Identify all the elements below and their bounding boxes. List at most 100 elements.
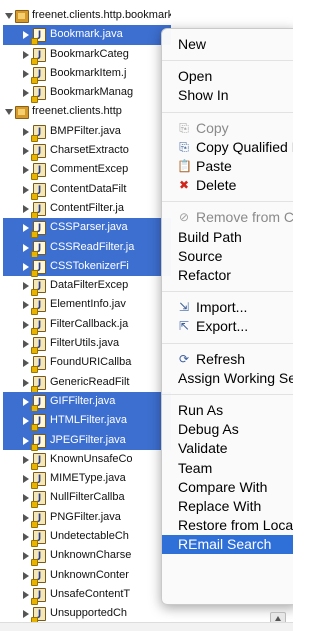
collapsed-arrow-icon[interactable] <box>23 455 29 464</box>
tree-file-row[interactable]: J PNGFilter.java <box>3 508 171 528</box>
collapsed-arrow-icon[interactable] <box>23 282 29 291</box>
menu-item-open[interactable]: Open <box>162 67 293 86</box>
collapsed-arrow-icon[interactable] <box>23 436 29 445</box>
collapsed-arrow-icon[interactable] <box>23 204 29 213</box>
menu-item-replace-with[interactable]: Replace With <box>162 497 293 516</box>
menu-item-copy[interactable]: ⎘ Copy <box>162 119 293 138</box>
menu-item-restore-from-local-history[interactable]: Restore from Local History... <box>162 516 293 535</box>
tree-file-row[interactable]: J UnsupportedCh <box>3 604 171 625</box>
collapsed-arrow-icon[interactable] <box>23 340 29 349</box>
tree-file-row[interactable]: J HTMLFilter.java <box>3 411 171 432</box>
menu-item-remove-from-context[interactable]: ⊘ Remove from Context <box>162 208 293 227</box>
menu-item-compare-with[interactable]: Compare With <box>162 478 293 497</box>
collapsed-arrow-icon[interactable] <box>23 224 29 233</box>
tree-file-row[interactable]: J UnknownConter <box>3 566 171 586</box>
menu-item-refresh[interactable]: ⟳ Refresh <box>162 350 293 369</box>
collapsed-arrow-icon[interactable] <box>23 513 29 522</box>
tree-item-label: CommentExcep <box>50 163 129 176</box>
menu-item-source[interactable]: Source <box>162 247 293 266</box>
tree-file-row[interactable]: J ElementInfo.jav <box>3 295 171 316</box>
menu-item-debug-as[interactable]: Debug As <box>162 420 293 439</box>
collapsed-arrow-icon[interactable] <box>23 610 29 619</box>
tree-file-row[interactable]: J CSSParser.java <box>3 218 171 239</box>
tree-file-row[interactable]: J GenericReadFilt <box>3 373 171 393</box>
tree-file-row[interactable]: J GIFFilter.java <box>3 391 171 412</box>
tree-file-row[interactable]: J BookmarkManag <box>3 83 171 104</box>
tree-file-row[interactable]: J FilterCallback.ja <box>3 315 171 335</box>
tree-file-row[interactable]: J UnknownCharse <box>3 546 171 567</box>
context-menu[interactable]: New Open Show In ⎘ Copy ⎘ Copy Qualified Name 📋… <box>161 28 293 605</box>
collapsed-arrow-icon[interactable] <box>23 533 29 542</box>
tree-file-row[interactable]: J CSSReadFilter.ja <box>3 237 171 258</box>
tree-item-label: GenericReadFilt <box>50 375 130 388</box>
tree-item-label: Bookmark.java <box>50 28 123 41</box>
tree-file-row[interactable]: J FoundURICallba <box>3 353 171 374</box>
menu-item-paste[interactable]: 📋 Paste <box>162 157 293 176</box>
tree-file-row[interactable]: J BMPFilter.java <box>3 122 171 142</box>
collapsed-arrow-icon[interactable] <box>23 127 29 136</box>
tree-file-row[interactable]: J CSSTokenizerFi <box>3 256 171 277</box>
collapsed-arrow-icon[interactable] <box>23 397 29 406</box>
menu-item-remail-search[interactable]: REmail Search <box>162 535 293 555</box>
collapsed-arrow-icon[interactable] <box>23 69 29 78</box>
tree-file-row[interactable]: J CommentExcep <box>3 160 171 181</box>
tree-file-row[interactable]: J UnsafeContentT <box>3 585 171 605</box>
tree-item-label: KnownUnsafeCo <box>50 452 133 465</box>
collapsed-arrow-icon[interactable] <box>23 243 29 252</box>
menu-item-export[interactable]: ⇱ Export... <box>162 317 293 336</box>
menu-item-team[interactable]: Team <box>162 459 293 478</box>
collapsed-arrow-icon[interactable] <box>23 31 29 40</box>
collapsed-arrow-icon[interactable] <box>23 301 29 310</box>
collapsed-arrow-icon[interactable] <box>23 590 29 599</box>
package-icon <box>15 10 29 23</box>
tree-file-row[interactable]: J JPEGFilter.java <box>3 430 171 451</box>
tree-item-label: CSSParser.java <box>50 221 128 234</box>
collapsed-arrow-icon[interactable] <box>23 417 29 426</box>
collapsed-arrow-icon[interactable] <box>23 552 29 561</box>
collapsed-arrow-icon[interactable] <box>23 571 29 580</box>
menu-item-run-as[interactable]: Run As <box>162 401 293 420</box>
collapsed-arrow-icon[interactable] <box>23 475 29 484</box>
menu-item-copy-qualified-name[interactable]: ⎘ Copy Qualified Name <box>162 138 293 157</box>
expanded-arrow-icon[interactable] <box>5 109 13 116</box>
tree-file-row[interactable]: J BookmarkCateg <box>3 45 171 65</box>
tree-file-row[interactable]: J MIMEType.java <box>3 469 171 490</box>
package-explorer-tree[interactable]: freenet.clients.http.bookmark(47)JBookma… <box>3 6 171 626</box>
collapsed-arrow-icon[interactable] <box>23 320 29 329</box>
collapsed-arrow-icon[interactable] <box>23 378 29 387</box>
expanded-arrow-icon[interactable] <box>5 13 13 19</box>
tree-file-row[interactable]: J DataFilterExcep <box>3 276 171 297</box>
menu-item-assign-working-sets[interactable]: Assign Working Sets... <box>162 369 293 388</box>
menu-item-delete[interactable]: ✖ Delete <box>162 176 293 195</box>
collapsed-arrow-icon[interactable] <box>23 166 29 175</box>
tree-file-row[interactable]: J UndetectableCh <box>3 527 171 548</box>
tree-file-row[interactable]: J Bookmark.java <box>3 25 171 46</box>
tree-file-row[interactable]: J BookmarkItem.j <box>3 64 171 84</box>
tree-file-row[interactable]: J NullFilterCallba <box>3 488 171 509</box>
tree-file-row[interactable]: J ContentDataFilt <box>3 180 171 200</box>
tree-file-row[interactable]: J KnownUnsafeCo <box>3 450 171 470</box>
menu-item-import[interactable]: ⇲ Import... <box>162 298 293 317</box>
copy-qualified-icon: ⎘ <box>179 139 189 154</box>
menu-item-build-path[interactable]: Build Path <box>162 228 293 247</box>
tree-file-row[interactable]: J CharsetExtracto <box>3 141 171 162</box>
collapsed-arrow-icon[interactable] <box>23 147 29 156</box>
tree-item-label: freenet.clients.http <box>32 105 122 118</box>
menu-item-refactor[interactable]: Refactor <box>162 266 293 285</box>
tree-item-label: JPEGFilter.java <box>50 433 126 446</box>
tree-file-row[interactable]: J ContentFilter.ja <box>3 199 171 219</box>
menu-item-show-in[interactable]: Show In <box>162 86 293 105</box>
collapsed-arrow-icon[interactable] <box>23 89 29 98</box>
collapsed-arrow-icon[interactable] <box>23 50 29 59</box>
collapsed-arrow-icon[interactable] <box>23 359 29 368</box>
menu-item-new[interactable]: New <box>162 35 293 54</box>
tree-package-row[interactable]: freenet.clients.http.bookmark(47) <box>3 6 171 25</box>
remove-context-icon: ⊘ <box>178 210 190 225</box>
collapsed-arrow-icon[interactable] <box>23 494 29 503</box>
menu-item-validate[interactable]: Validate <box>162 439 293 458</box>
tree-file-row[interactable]: J FilterUtils.java <box>3 334 171 355</box>
collapsed-arrow-icon[interactable] <box>23 262 29 271</box>
collapsed-arrow-icon[interactable] <box>23 185 29 194</box>
tree-item-label: MIMEType.java <box>50 472 126 485</box>
tree-package-row[interactable]: freenet.clients.http <box>3 102 171 121</box>
